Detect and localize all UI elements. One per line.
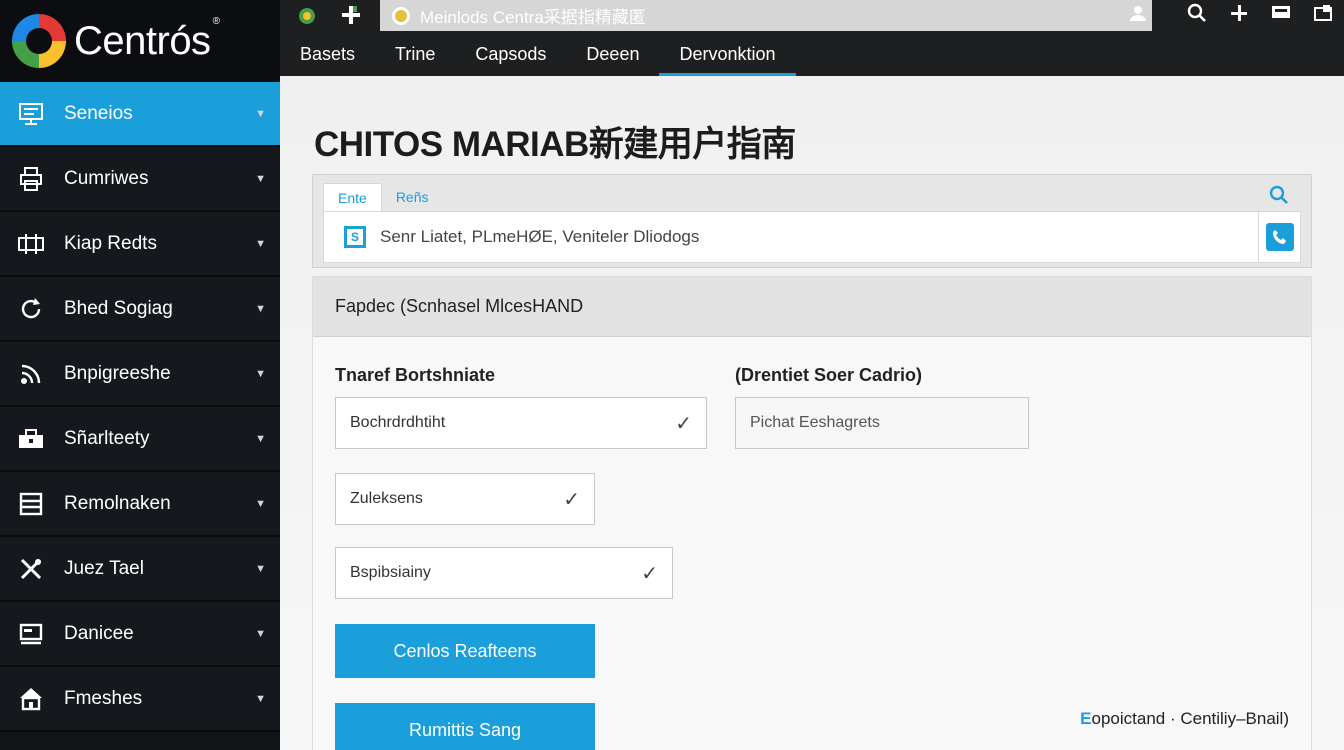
footer-prefix: E	[1080, 709, 1092, 728]
brand-logo-icon	[12, 14, 66, 68]
brand-logo[interactable]: Centrós ®	[0, 0, 280, 82]
select-field-1[interactable]: Bochrdrdhtiht ✓	[335, 397, 707, 449]
select-field-2[interactable]: Zuleksens ✓	[335, 473, 595, 525]
sidebar-item-juez-tael[interactable]: Juez Tael ▼	[0, 537, 280, 602]
chevron-down-icon: ▼	[255, 627, 266, 640]
signal-icon	[14, 359, 48, 389]
chevron-down-icon: ▼	[255, 692, 266, 705]
select-field-3[interactable]: Bspibsiainy ✓	[335, 547, 673, 599]
search-tab-rens[interactable]: Reñs	[382, 183, 443, 211]
secondary-button[interactable]: Rumittis Sang	[335, 703, 595, 750]
toolbar-actions	[1186, 0, 1344, 31]
home-icon	[14, 684, 48, 714]
sidebar-item-label: Bhed Sogiag	[64, 297, 173, 319]
brand-name: Centrós	[74, 18, 211, 63]
call-button[interactable]	[1258, 211, 1300, 263]
text-field[interactable]	[735, 397, 1029, 449]
search-input[interactable]	[380, 227, 1258, 247]
sidebar-item-danicee[interactable]: Danicee ▼	[0, 602, 280, 667]
chevron-down-icon: ▼	[255, 432, 266, 445]
chevron-down-icon: ▼	[255, 237, 266, 250]
save-icon[interactable]	[1270, 4, 1292, 27]
tab-dervonktion[interactable]: Dervonktion	[659, 36, 796, 76]
search-row: S	[323, 211, 1301, 263]
select-value: Bochrdrdhtiht	[350, 414, 446, 431]
sidebar-item-label: Kiap Redts	[64, 232, 157, 254]
check-icon: ✓	[641, 562, 658, 585]
tab-bar: Basets Trine Capsods Deeen Dervonktion	[280, 36, 796, 76]
sidebar-item-label: Remolnaken	[64, 492, 171, 514]
refresh-icon	[14, 294, 48, 324]
sidebar: Centrós ® Seneios ▼ Cumriwes ▼ Kiap Redt…	[0, 0, 280, 750]
dashboard-icon	[14, 99, 48, 129]
tab-trine[interactable]: Trine	[375, 36, 455, 76]
sidebar-item-fmeshes[interactable]: Fmeshes ▼	[0, 667, 280, 732]
check-icon: ✓	[563, 488, 580, 511]
monitor-icon	[14, 619, 48, 649]
address-text: Meinlods Centra采据指精藏匿	[420, 8, 646, 27]
form-panel: Fapdec (Scnhasel MlcesHAND Tnaref Bortsh…	[312, 276, 1312, 750]
tab-basets[interactable]: Basets	[280, 36, 375, 76]
search-icon[interactable]	[1269, 185, 1289, 210]
address-bar[interactable]: Meinlods Centra采据指精藏匿	[380, 0, 1152, 31]
form-header: Fapdec (Scnhasel MlcesHAND	[313, 277, 1311, 337]
puzzle-icon[interactable]	[336, 4, 366, 31]
browser-logo-icon[interactable]	[292, 6, 322, 31]
toolbox-icon	[14, 424, 48, 454]
site-favicon	[392, 6, 410, 25]
printer-icon	[14, 164, 48, 194]
zoom-search-icon[interactable]	[1186, 3, 1208, 28]
window-icon[interactable]	[1312, 4, 1334, 27]
add-icon[interactable]	[1228, 4, 1250, 27]
search-tabs: Ente Reñs	[313, 175, 1311, 211]
sidebar-item-label: Fmeshes	[64, 687, 143, 709]
sidebar-item-seneios[interactable]: Seneios ▼	[0, 82, 280, 147]
sidebar-item-remolnaken[interactable]: Remolnaken ▼	[0, 472, 280, 537]
search-tab-ente[interactable]: Ente	[323, 183, 382, 211]
primary-button[interactable]: Cenlos Reafteens	[335, 624, 595, 678]
tab-deeen[interactable]: Deeen	[566, 36, 659, 76]
sidebar-item-label: Bnpigreeshe	[64, 362, 171, 384]
sidebar-item-label: Danicee	[64, 622, 134, 644]
chevron-down-icon: ▼	[255, 367, 266, 380]
sidebar-item-bhed-sogiag[interactable]: Bhed Sogiag ▼	[0, 277, 280, 342]
sidebar-item-kiap-redts[interactable]: Kiap Redts ▼	[0, 212, 280, 277]
field-label-right: (Drentiet Soer Cadrio)	[735, 365, 923, 385]
main-content: CHITOS MARIAB新建用户指南 Ente Reñs S Fapdec (…	[280, 76, 1344, 750]
sidebar-item-label: Seneios	[64, 102, 133, 124]
phone-icon	[1265, 223, 1294, 251]
chevron-down-icon: ▼	[255, 172, 266, 185]
sidebar-item-label: Cumriwes	[64, 167, 149, 189]
chevron-down-icon: ▼	[255, 562, 266, 575]
sidebar-item-cumriwes[interactable]: Cumriwes ▼	[0, 147, 280, 212]
network-icon	[14, 229, 48, 259]
top-bar: Meinlods Centra采据指精藏匿 Basets Trine Capso…	[280, 0, 1344, 76]
footer-text: opoictand · Centiliy–Bnail)	[1091, 709, 1290, 728]
brand-registered-mark: ®	[212, 16, 220, 27]
sidebar-item-label: Sñarlteety	[64, 427, 150, 449]
select-value: Bspibsiainy	[350, 564, 431, 581]
page-title: CHITOS MARIAB新建用户指南	[314, 125, 796, 164]
search-panel: Ente Reñs S	[312, 174, 1312, 268]
tab-capsods[interactable]: Capsods	[455, 36, 566, 76]
select-value: Zuleksens	[350, 490, 423, 507]
chevron-down-icon: ▼	[255, 302, 266, 315]
document-icon: S	[344, 226, 366, 248]
check-icon: ✓	[675, 412, 692, 435]
chevron-down-icon: ▼	[255, 497, 266, 510]
tools-icon	[14, 554, 48, 584]
footer-note: Eopoictand · Centiliy–Bnail)	[1080, 709, 1289, 729]
sidebar-item-bnpigreeshe[interactable]: Bnpigreeshe ▼	[0, 342, 280, 407]
user-icon[interactable]	[1124, 4, 1152, 27]
field-label-left: Tnaref Bortshniate	[335, 365, 496, 385]
sidebar-item-label: Juez Tael	[64, 557, 144, 579]
chevron-down-icon: ▼	[255, 107, 266, 120]
panel-icon	[14, 489, 48, 519]
browser-toolbar: Meinlods Centra采据指精藏匿	[280, 0, 1344, 32]
sidebar-item-sharlteety[interactable]: Sñarlteety ▼	[0, 407, 280, 472]
